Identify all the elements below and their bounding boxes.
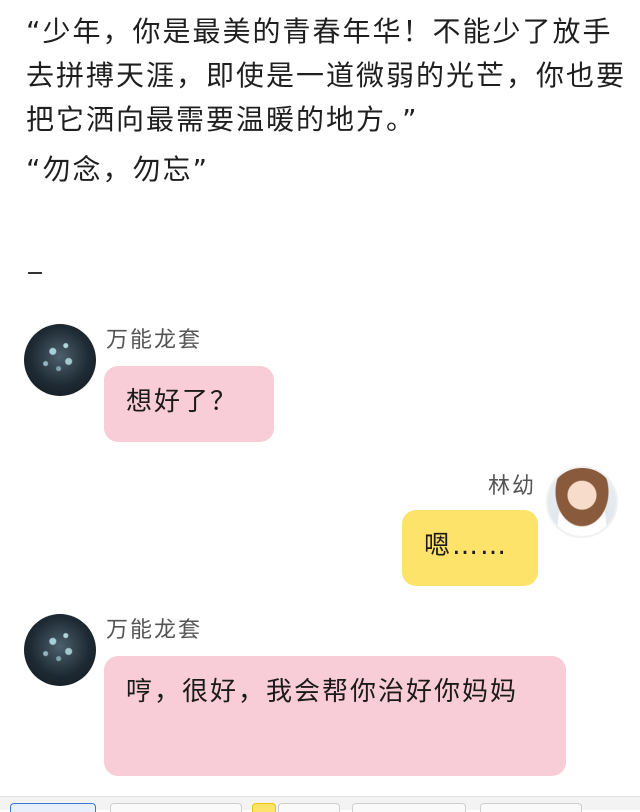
chat-bubble-left[interactable]: 想好了？	[104, 366, 274, 442]
sender-name: 万能龙套	[106, 328, 203, 353]
sender-avatar-icon[interactable]	[24, 614, 96, 686]
sender-avatar-icon[interactable]	[24, 324, 96, 396]
story-text: “少年，你是最美的青春年华！不能少了放手去拼搏天涯，即使是一道微弱的光芒，你也要…	[26, 10, 626, 192]
toolbar-tab[interactable]	[278, 803, 340, 812]
toolbar-tab[interactable]	[352, 803, 466, 812]
toolbar-tab[interactable]	[252, 803, 276, 812]
toolbar-tab[interactable]	[110, 803, 242, 812]
sender-name: 万能龙套	[106, 618, 203, 643]
user-avatar-icon[interactable]	[546, 466, 618, 538]
bottom-toolbar	[0, 796, 640, 812]
toolbar-tab[interactable]	[480, 803, 582, 812]
toolbar-tab[interactable]	[10, 803, 96, 812]
story-paragraph: “勿念，勿忘”	[26, 153, 210, 186]
divider-dash	[28, 272, 42, 274]
story-paragraph: “少年，你是最美的青春年华！不能少了放手去拼搏天涯，即使是一道微弱的光芒，你也要…	[26, 15, 627, 136]
chat-bubble-right[interactable]: 嗯……	[402, 510, 538, 586]
chat-bubble-left[interactable]: 哼，很好，我会帮你治好你妈妈	[104, 656, 566, 776]
sender-name: 林幼	[487, 474, 536, 499]
